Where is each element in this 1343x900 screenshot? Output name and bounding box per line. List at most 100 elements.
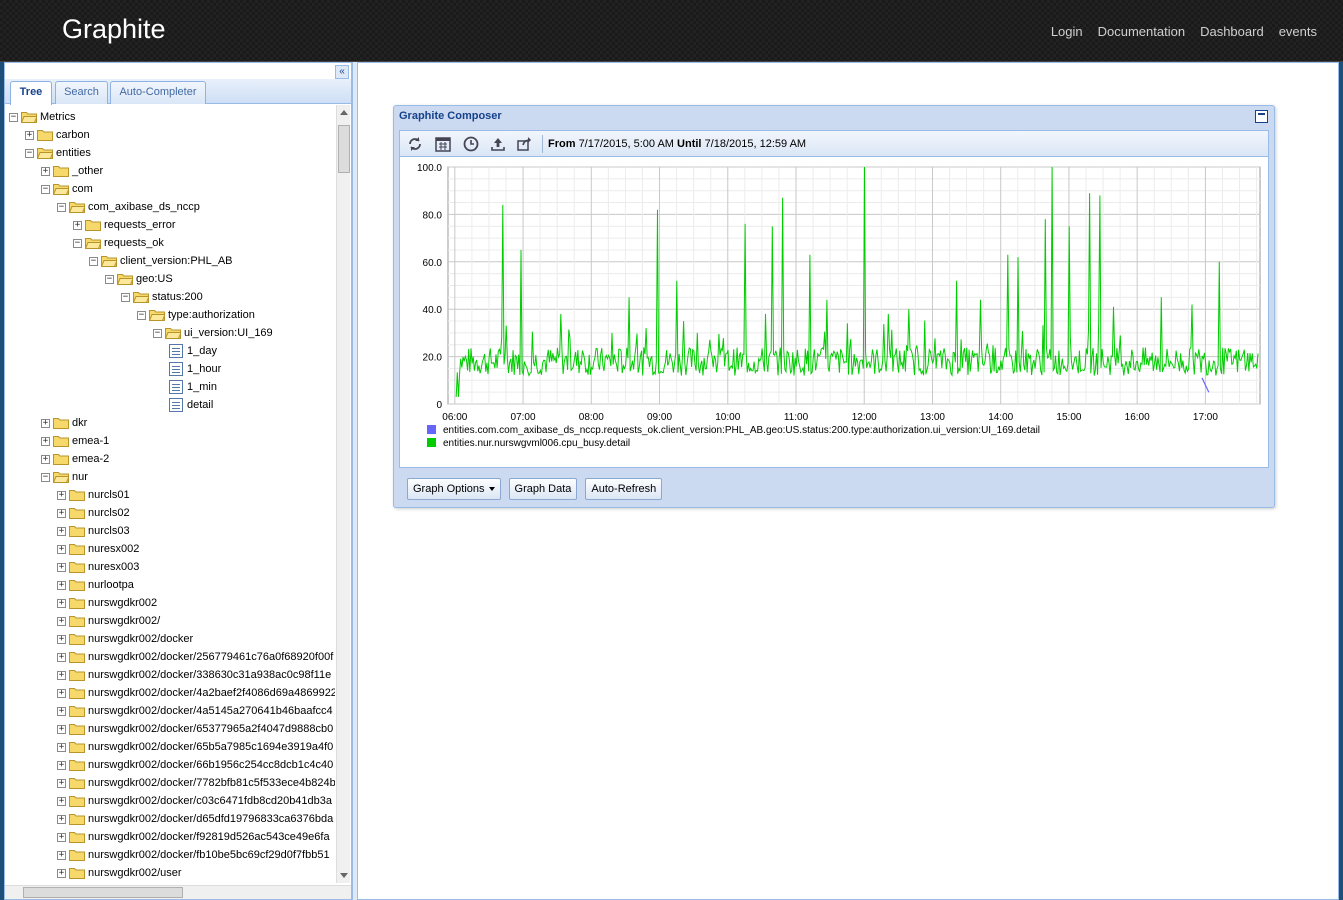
graph-image[interactable]: 0 20.0 40.0 60.0 80.0 100.0 06:00 07:00 08:00 09… (399, 156, 1269, 468)
calendar-icon[interactable] (434, 135, 452, 153)
tree-folder[interactable]: + nurcls01 (57, 486, 130, 504)
tab-auto-completer[interactable]: Auto-Completer (110, 81, 206, 104)
scroll-thumb[interactable] (338, 125, 350, 173)
collapse-icon[interactable]: − (105, 274, 114, 284)
tree-folder[interactable]: + carbon (25, 126, 90, 144)
tree-folder[interactable]: + nurswgdkr002/docker/c03c6471fdb8cd20b41… (57, 792, 332, 810)
tree-folder[interactable]: − status:200 (121, 288, 203, 306)
expand-icon[interactable]: + (57, 634, 66, 644)
brand-logo[interactable]: Graphite (62, 14, 166, 45)
scroll-up-icon[interactable] (340, 110, 348, 115)
collapse-icon[interactable]: − (137, 310, 146, 320)
collapse-icon[interactable]: − (25, 148, 34, 158)
expand-icon[interactable]: + (73, 220, 82, 230)
tree-folder[interactable]: + nurcls02 (57, 504, 130, 522)
nav-documentation[interactable]: Documentation (1098, 24, 1185, 39)
expand-icon[interactable]: + (57, 670, 66, 680)
collapse-icon[interactable]: − (57, 202, 66, 212)
expand-icon[interactable]: + (57, 760, 66, 770)
expand-icon[interactable]: + (57, 616, 66, 626)
tree-folder[interactable]: + _other (41, 162, 103, 180)
tree-folder[interactable]: − type:authorization (137, 306, 255, 324)
tree-folder[interactable]: + nurswgdkr002/docker/4a2baef2f4086d69a48… (57, 684, 335, 702)
collapse-icon[interactable]: − (89, 256, 98, 266)
tree-folder[interactable]: + nuresx003 (57, 558, 139, 576)
expand-icon[interactable]: + (57, 580, 66, 590)
tree-folder[interactable]: + nurswgdkr002/docker/d65dfd19796833ca637… (57, 810, 333, 828)
graph-data-button[interactable]: Graph Data (508, 478, 578, 500)
tree-folder[interactable]: − entities (25, 144, 91, 162)
expand-icon[interactable]: + (41, 166, 50, 176)
tree-folder[interactable]: − requests_ok (73, 234, 164, 252)
tree-folder[interactable]: − geo:US (105, 270, 173, 288)
collapse-icon[interactable]: − (121, 292, 130, 302)
tree-leaf[interactable]: 1_hour (169, 360, 221, 378)
share-icon[interactable] (515, 135, 533, 153)
expand-icon[interactable]: + (57, 526, 66, 536)
expand-icon[interactable]: + (57, 742, 66, 752)
tree-folder[interactable]: + nurswgdkr002/docker/66b1956c254cc8dcb1c… (57, 756, 333, 774)
tree-folder[interactable]: + nurswgdkr002/docker/338630c31a938ac0c98… (57, 666, 331, 684)
tree-vertical-scrollbar[interactable] (336, 105, 350, 883)
expand-icon[interactable]: + (57, 598, 66, 608)
tree-folder[interactable]: + nurswgdkr002/ (57, 612, 160, 630)
expand-icon[interactable]: + (57, 778, 66, 788)
tree-folder[interactable]: + nurswgdkr002/docker/fb10be5bc69cf29d0f7… (57, 846, 330, 864)
tree-folder[interactable]: + nurcls03 (57, 522, 130, 540)
hscroll-thumb[interactable] (23, 887, 183, 898)
expand-icon[interactable]: + (41, 436, 50, 446)
graph-options-button[interactable]: Graph Options (407, 478, 501, 500)
expand-icon[interactable]: + (57, 508, 66, 518)
tree-folder[interactable]: − Metrics (9, 108, 75, 126)
tree-folder[interactable]: + nurswgdkr002/docker/65b5a7985c1694e3919… (57, 738, 333, 756)
tree-folder[interactable]: + nurswgdkr002/user (57, 864, 182, 882)
expand-icon[interactable]: + (57, 490, 66, 500)
tree-folder[interactable]: + dkr (41, 414, 87, 432)
collapse-icon[interactable]: − (41, 472, 50, 482)
nav-dashboard[interactable]: Dashboard (1200, 24, 1264, 39)
tree-folder[interactable]: − com_axibase_ds_nccp (57, 198, 200, 216)
collapse-icon[interactable]: − (41, 184, 50, 194)
expand-icon[interactable]: + (57, 814, 66, 824)
collapse-icon[interactable]: − (9, 112, 18, 122)
expand-icon[interactable]: + (57, 652, 66, 662)
expand-icon[interactable]: + (41, 418, 50, 428)
tree-folder[interactable]: − ui_version:UI_169 (153, 324, 273, 342)
tree-folder[interactable]: − client_version:PHL_AB (89, 252, 233, 270)
tree-folder[interactable]: + emea-2 (41, 450, 109, 468)
nav-events[interactable]: events (1279, 24, 1317, 39)
expand-icon[interactable]: + (57, 796, 66, 806)
tree-folder[interactable]: + nurswgdkr002/docker (57, 630, 193, 648)
nav-login[interactable]: Login (1051, 24, 1083, 39)
upload-icon[interactable] (489, 135, 507, 153)
tab-search[interactable]: Search (55, 81, 108, 104)
tree-folder[interactable]: + requests_error (73, 216, 176, 234)
tree-leaf[interactable]: 1_min (169, 378, 217, 396)
expand-icon[interactable]: + (57, 544, 66, 554)
expand-icon[interactable]: + (41, 454, 50, 464)
expand-icon[interactable]: + (57, 562, 66, 572)
collapse-icon[interactable]: − (153, 328, 162, 338)
collapse-icon[interactable]: − (73, 238, 82, 248)
refresh-icon[interactable] (406, 135, 424, 153)
tree-folder[interactable]: + nuresx002 (57, 540, 139, 558)
tree-folder[interactable]: + nurswgdkr002 (57, 594, 157, 612)
tree-folder[interactable]: + nurswgdkr002/docker/256779461c76a0f6892… (57, 648, 333, 666)
expand-icon[interactable]: + (57, 868, 66, 878)
tree-folder[interactable]: + nurswgdkr002/docker/4a5145a270641b46baa… (57, 702, 333, 720)
expand-icon[interactable]: + (25, 130, 34, 140)
expand-icon[interactable]: + (57, 832, 66, 842)
time-range[interactable]: From 7/17/2015, 5:00 AM Until 7/18/2015,… (548, 138, 806, 150)
clock-icon[interactable] (462, 135, 480, 153)
tree-folder[interactable]: + nurlootpa (57, 576, 134, 594)
tree-folder[interactable]: + nurswgdkr002/docker/f92819d526ac543ce49… (57, 828, 330, 846)
tab-tree[interactable]: Tree (10, 81, 52, 105)
tree-leaf[interactable]: detail (169, 396, 213, 414)
tree-folder[interactable]: + nurswgdkr002/docker/65377965a2f4047d988… (57, 720, 333, 738)
tree-folder[interactable]: + emea-1 (41, 432, 109, 450)
expand-icon[interactable]: + (57, 706, 66, 716)
expand-icon[interactable]: + (57, 688, 66, 698)
tree-leaf[interactable]: 1_day (169, 342, 217, 360)
tree-horizontal-scrollbar[interactable] (5, 885, 351, 899)
expand-icon[interactable]: + (57, 850, 66, 860)
